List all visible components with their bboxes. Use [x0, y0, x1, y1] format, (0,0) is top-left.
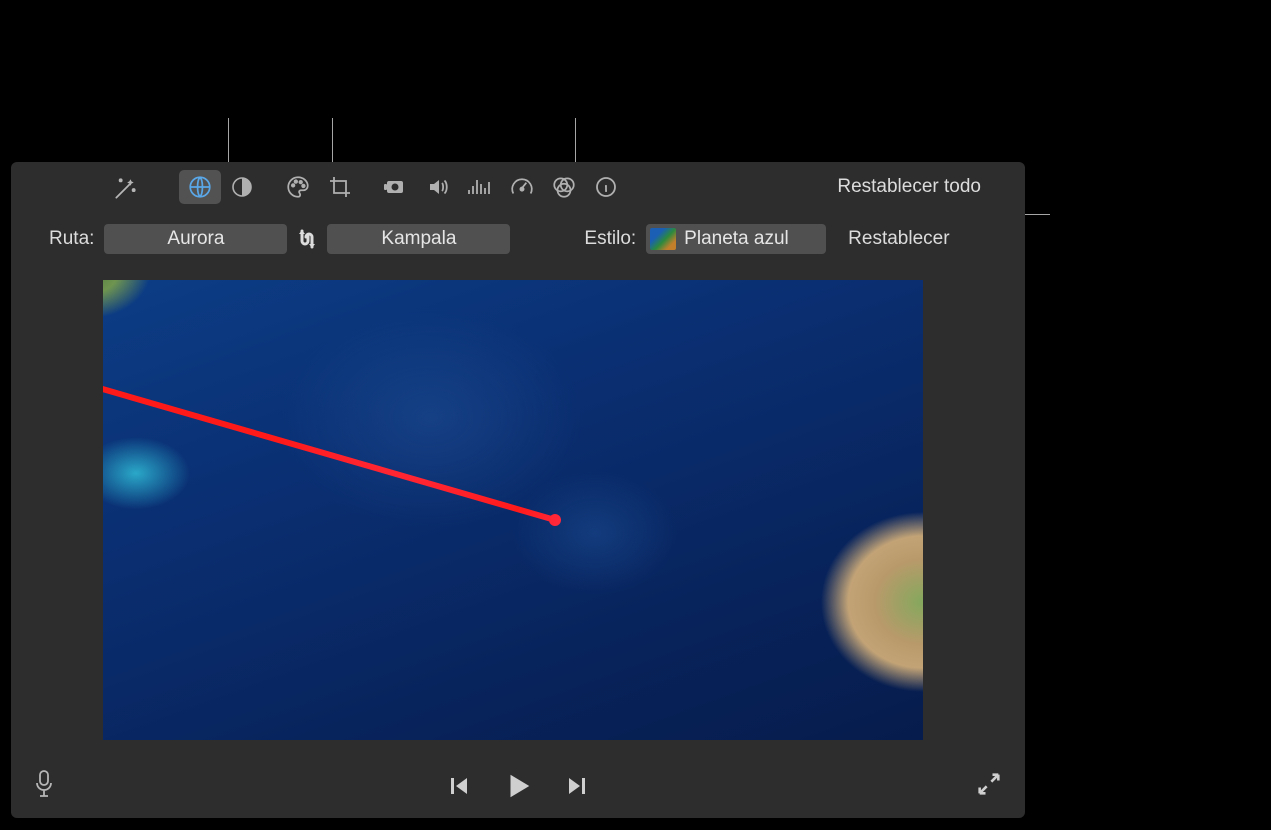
color-balance-tab-button[interactable]	[221, 170, 263, 204]
route-label: Ruta:	[49, 228, 94, 250]
transport-bar	[11, 754, 1025, 818]
speed-tab-button[interactable]	[501, 170, 543, 204]
route-controls-row: Ruta: Aurora Kampala Estilo: Planeta azu…	[11, 210, 1025, 266]
crop-tab-button[interactable]	[319, 170, 361, 204]
map-style-thumbnail	[650, 228, 676, 250]
voiceover-mic-button[interactable]	[33, 769, 55, 804]
color-palette-tab-button[interactable]	[277, 170, 319, 204]
filters-overlap-tab-button[interactable]	[543, 170, 585, 204]
globe-tab-button[interactable]	[179, 170, 221, 204]
playback-controls	[447, 770, 589, 802]
map-preview[interactable]	[103, 280, 923, 740]
style-label: Estilo:	[584, 228, 636, 250]
route-path-overlay	[103, 280, 923, 740]
info-tab-button[interactable]	[585, 170, 627, 204]
inspector-toolbar: Restablecer todo	[11, 162, 1025, 210]
map-style-value: Planeta azul	[684, 228, 789, 250]
stabilize-tab-button[interactable]	[375, 170, 417, 204]
reset-style-button[interactable]: Restablecer	[848, 228, 949, 250]
reset-all-button[interactable]: Restablecer todo	[827, 172, 991, 202]
play-button[interactable]	[503, 770, 533, 802]
noise-reduction-tab-button[interactable]	[459, 170, 501, 204]
route-end-dropdown[interactable]: Kampala	[327, 224, 510, 254]
editor-panel: Restablecer todo Ruta: Aurora Kampala Es…	[11, 162, 1025, 818]
next-frame-button[interactable]	[565, 774, 589, 798]
previous-frame-button[interactable]	[447, 774, 471, 798]
volume-tab-button[interactable]	[417, 170, 459, 204]
route-start-dropdown[interactable]: Aurora	[104, 224, 287, 254]
map-style-dropdown[interactable]: Planeta azul	[646, 224, 826, 254]
map-viewer-container	[103, 280, 975, 740]
fullscreen-button[interactable]	[975, 770, 1003, 803]
swap-route-button[interactable]	[287, 224, 327, 254]
